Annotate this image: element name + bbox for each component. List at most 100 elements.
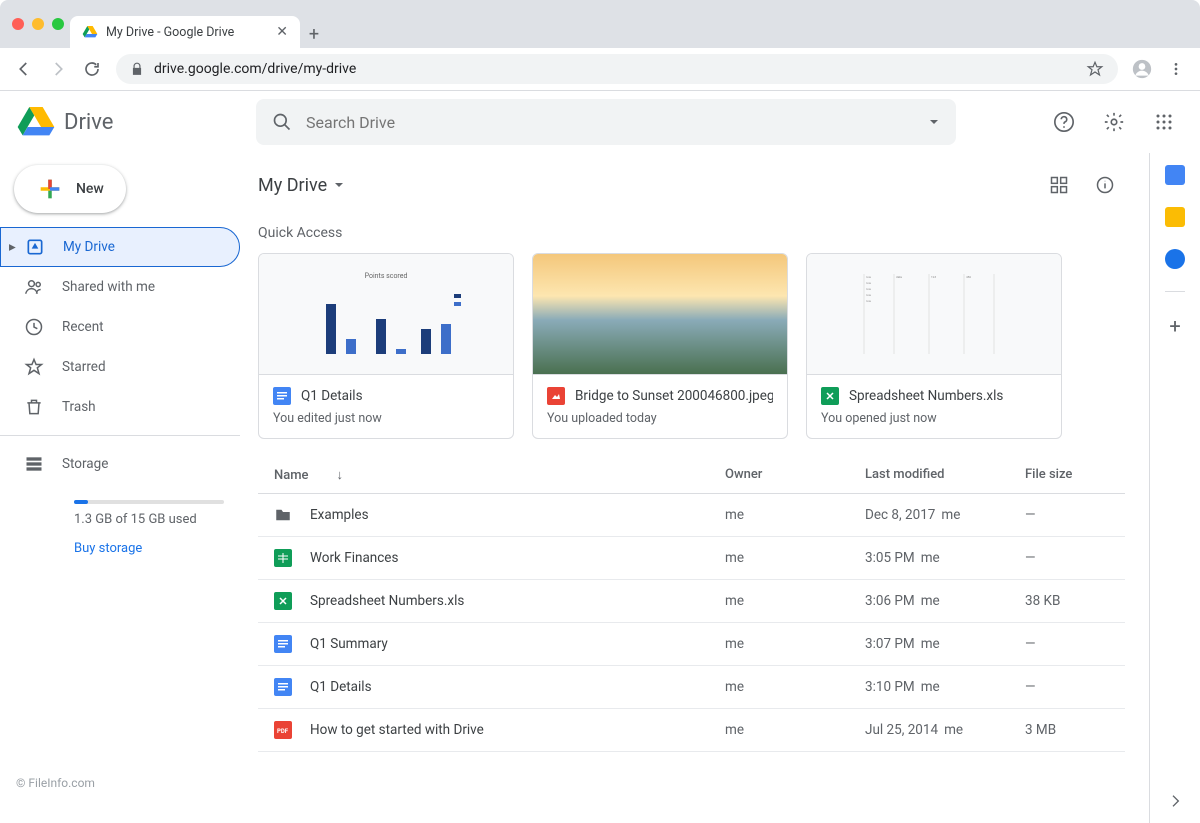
breadcrumb-label: My Drive: [258, 175, 327, 196]
keep-addon-icon[interactable]: [1165, 207, 1185, 227]
new-button[interactable]: New: [14, 165, 126, 213]
column-header-name[interactable]: Name↓: [258, 467, 725, 483]
svg-text:PDF: PDF: [277, 728, 289, 735]
table-row[interactable]: PDFHow to get started with DrivemeJul 25…: [258, 709, 1125, 752]
file-owner: me: [725, 679, 865, 695]
svg-text:Points scored: Points scored: [365, 272, 408, 280]
table-row[interactable]: Q1 Summaryme3:07 PMme—: [258, 623, 1125, 666]
window-maximize-button[interactable]: [52, 18, 64, 30]
search-input[interactable]: [306, 113, 914, 132]
window-close-button[interactable]: [12, 18, 24, 30]
sidebar-item-storage[interactable]: Storage: [0, 444, 240, 484]
reload-button[interactable]: [82, 59, 102, 79]
file-modified: 3:06 PMme: [865, 593, 1025, 609]
qa-subtitle: You edited just now: [273, 411, 499, 426]
folder-icon: [274, 506, 292, 524]
file-name: Q1 Details: [310, 679, 372, 695]
file-modified: Jul 25, 2014me: [865, 722, 1025, 738]
storage-usage-text: 1.3 GB of 15 GB used: [74, 512, 228, 527]
sidebar-item-label: Shared with me: [62, 279, 155, 295]
trash-icon: [24, 397, 44, 417]
table-row[interactable]: Q1 Detailsme3:10 PMme—: [258, 666, 1125, 709]
address-bar[interactable]: drive.google.com/drive/my-drive: [116, 54, 1118, 84]
qa-subtitle: You opened just now: [821, 411, 1047, 426]
help-button[interactable]: [1044, 102, 1084, 142]
qa-title-text: Bridge to Sunset 200046800.jpeg: [575, 388, 773, 404]
quick-access-card[interactable]: rowrowrowrowrowdata123456 Spreadsheet Nu…: [806, 253, 1062, 439]
table-row[interactable]: Examples meDec 8, 2017me—: [258, 494, 1125, 537]
quick-access-thumbnail: rowrowrowrowrowdata123456: [807, 254, 1061, 374]
qa-subtitle: You uploaded today: [547, 411, 773, 426]
forward-button[interactable]: [48, 59, 68, 79]
window-minimize-button[interactable]: [32, 18, 44, 30]
tab-close-icon[interactable]: ✕: [276, 24, 288, 40]
sidebar-item-label: My Drive: [63, 239, 115, 255]
sidebar-item-label: Trash: [62, 399, 96, 415]
hide-panel-button[interactable]: [1167, 793, 1183, 809]
people-icon: [24, 277, 44, 297]
doc-icon: [274, 678, 292, 696]
app-name: Drive: [64, 110, 113, 135]
quick-access-card[interactable]: Bridge to Sunset 200046800.jpeg You uplo…: [532, 253, 788, 439]
side-panel: +: [1150, 153, 1200, 823]
sort-arrow-icon: ↓: [337, 467, 344, 483]
svg-text:row: row: [866, 287, 872, 291]
back-button[interactable]: [14, 59, 34, 79]
table-row[interactable]: Spreadsheet Numbers.xlsme3:06 PMme38 KB: [258, 580, 1125, 623]
apps-grid-icon[interactable]: [1144, 102, 1184, 142]
chevron-down-icon: [333, 179, 345, 191]
settings-button[interactable]: [1094, 102, 1134, 142]
breadcrumb[interactable]: My Drive: [258, 175, 345, 196]
drive-favicon-icon: [82, 24, 98, 40]
calendar-addon-icon[interactable]: [1165, 165, 1185, 185]
sidebar-item-shared[interactable]: Shared with me: [0, 267, 240, 307]
main-content: My Drive Quick Access Points scored Q1 D…: [248, 153, 1150, 823]
grid-view-button[interactable]: [1039, 165, 1079, 205]
file-name: Examples: [310, 507, 369, 523]
plus-icon: [36, 175, 64, 203]
quick-access-card[interactable]: Points scored Q1 Details You edited just…: [258, 253, 514, 439]
quick-access-label: Quick Access: [258, 215, 1125, 253]
details-button[interactable]: [1085, 165, 1125, 205]
file-name: Work Finances: [310, 550, 398, 566]
search-dropdown-icon[interactable]: [928, 116, 940, 128]
storage-label: Storage: [62, 456, 108, 472]
storage-icon: [24, 454, 44, 474]
watermark: © FileInfo.com: [16, 776, 95, 790]
browser-chrome: My Drive - Google Drive ✕ + drive.google…: [0, 0, 1200, 91]
sidebar-item-label: Starred: [62, 359, 106, 375]
table-row[interactable]: Work Financesme3:05 PMme—: [258, 537, 1125, 580]
file-size: —: [1025, 679, 1125, 695]
file-size: —: [1025, 507, 1125, 523]
url-text: drive.google.com/drive/my-drive: [154, 61, 356, 77]
sidebar-item-recent[interactable]: Recent: [0, 307, 240, 347]
sidebar-item-my-drive[interactable]: ▸ My Drive: [0, 227, 240, 267]
profile-avatar[interactable]: [1132, 59, 1152, 79]
file-name: How to get started with Drive: [310, 722, 484, 738]
sheets-icon: [274, 549, 292, 567]
rail-separator: [1165, 291, 1185, 292]
file-size: —: [1025, 550, 1125, 566]
browser-menu-icon[interactable]: [1166, 59, 1186, 79]
column-header-owner[interactable]: Owner: [725, 467, 865, 483]
sidebar-item-trash[interactable]: Trash: [0, 387, 240, 427]
bookmark-star-icon[interactable]: [1086, 60, 1104, 78]
table-header: Name↓ Owner Last modified File size: [258, 457, 1125, 494]
column-header-modified[interactable]: Last modified: [865, 467, 1025, 483]
file-table: Name↓ Owner Last modified File size Exam…: [258, 457, 1125, 752]
buy-storage-link[interactable]: Buy storage: [74, 541, 228, 556]
svg-text:data: data: [896, 275, 902, 279]
file-modified: Dec 8, 2017me: [865, 507, 1025, 523]
drive-logo-icon: [16, 102, 56, 142]
sidebar-item-starred[interactable]: Starred: [0, 347, 240, 387]
file-size: 3 MB: [1025, 722, 1125, 738]
get-addons-button[interactable]: +: [1169, 314, 1180, 338]
tasks-addon-icon[interactable]: [1165, 249, 1185, 269]
column-header-size[interactable]: File size: [1025, 467, 1125, 483]
search-box[interactable]: [256, 99, 956, 145]
file-owner: me: [725, 507, 865, 523]
browser-tab[interactable]: My Drive - Google Drive ✕: [70, 16, 300, 48]
new-tab-button[interactable]: +: [300, 20, 328, 48]
file-owner: me: [725, 550, 865, 566]
tab-title: My Drive - Google Drive: [106, 25, 234, 40]
